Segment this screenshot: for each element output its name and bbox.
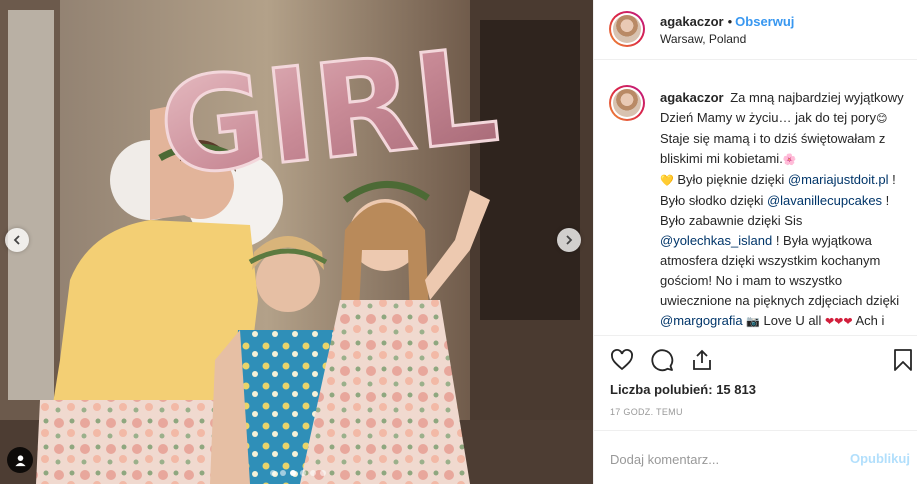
photo-scene: GIRL (0, 0, 593, 484)
carousel-indicator (270, 470, 326, 476)
likes-value: 15 813 (716, 382, 756, 397)
header-username[interactable]: agakaczor (660, 14, 724, 29)
carousel-dot (270, 470, 276, 476)
yellow-heart-emoji: 💛 (660, 174, 674, 187)
caption-text: agakaczor Za mną najbardziej wyjątkowy D… (660, 88, 906, 334)
avatar[interactable] (609, 11, 645, 47)
flower-emoji: 🌸 (782, 153, 797, 166)
likes-count[interactable]: Liczba polubień: 15 813 (610, 382, 756, 397)
mention-link[interactable]: @yolechkas_island (660, 233, 772, 248)
post-header: agakaczor • Obserwuj Warsaw, Poland (594, 0, 917, 60)
like-button[interactable] (610, 348, 634, 372)
caption-part: Było pięknie dzięki (673, 172, 788, 187)
mention-link[interactable]: @margografia (660, 313, 743, 328)
carousel-dot (280, 470, 286, 476)
post-panel: agakaczor • Obserwuj Warsaw, Poland agakac… (593, 0, 917, 484)
comments-section[interactable]: agakaczor Za mną najbardziej wyjątkowy D… (594, 61, 917, 334)
caption-part: Love U all (759, 313, 825, 328)
comment-bubble-icon (651, 349, 674, 372)
share-icon (693, 349, 711, 370)
carousel-prev-button[interactable] (5, 228, 29, 252)
carousel-dot (300, 470, 306, 476)
action-bar (594, 335, 917, 379)
timestamp[interactable]: 17 GODZ. TEMU (610, 407, 683, 417)
chevron-right-icon (566, 235, 573, 245)
carousel-dot (310, 470, 316, 476)
bookmark-icon (894, 349, 912, 371)
comment-button[interactable] (650, 348, 674, 372)
tagged-users-button[interactable] (7, 447, 33, 473)
post-photo[interactable]: GIRL (0, 0, 593, 484)
location-link[interactable]: Warsaw, Poland (660, 32, 746, 46)
smile-emoji: 😊 (876, 112, 888, 125)
comment-input[interactable] (610, 449, 840, 469)
save-button[interactable] (891, 348, 915, 372)
publish-button[interactable]: Opublikuj (850, 451, 910, 466)
user-tag-icon (14, 454, 26, 466)
caption-username[interactable]: agakaczor (660, 90, 724, 105)
caption-avatar[interactable] (609, 85, 645, 121)
carousel-dot (290, 470, 296, 476)
comment-form: Opublikuj (594, 430, 917, 484)
caption-part: Staje się mamą i to dziś świętowałam z b… (660, 131, 886, 166)
mention-link[interactable]: @mariajustdoit.pl (788, 172, 889, 187)
hearts-emoji: ❤❤❤ (824, 315, 853, 328)
share-button[interactable] (690, 348, 714, 372)
chevron-left-icon (13, 235, 20, 245)
camera-emoji: 📷 (746, 315, 760, 328)
carousel-next-button[interactable] (557, 228, 581, 252)
likes-label: Liczba polubień: (610, 382, 713, 397)
separator-dot: • (727, 14, 733, 29)
follow-button[interactable]: Obserwuj (735, 14, 794, 29)
heart-icon (611, 349, 633, 371)
mention-link[interactable]: @lavanillecupcakes (767, 193, 882, 208)
carousel-dot (320, 470, 326, 476)
